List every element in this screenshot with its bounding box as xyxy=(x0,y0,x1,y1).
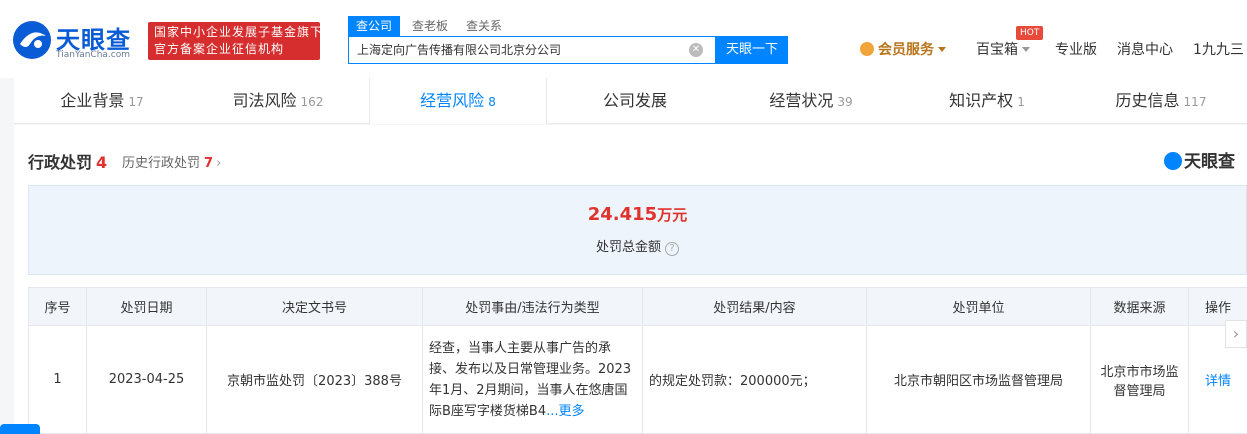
history-label: 历史行政处罚 xyxy=(122,156,201,171)
company-dimension-tabs: 企业背景 17 司法风险 162 经营风险 8 公司发展 经营状况 39 知识产权 1 历… xyxy=(14,78,1247,124)
tab-count: 8 xyxy=(488,95,496,109)
search-tab-relation[interactable]: 查关系 xyxy=(466,16,502,36)
tab-label: 经营风险 xyxy=(420,91,485,110)
reason-content: 经查，当事人主要从事广告的承接、发布以及日常管理业务。2023年1月、2月期间，… xyxy=(429,340,632,419)
total-amount-value: 24.415 xyxy=(587,204,658,225)
tab-label: 公司发展 xyxy=(602,91,667,110)
tab-judicial-risk[interactable]: 司法风险 162 xyxy=(190,78,366,124)
table-row: 1 2023-04-25 京朝市监处罚〔2023〕388号 经查，当事人主要从事… xyxy=(28,325,1247,434)
scroll-right-button[interactable]: › xyxy=(1225,320,1247,348)
search-input[interactable]: 上海定向广告传播有限公司北京分公司 xyxy=(357,37,561,63)
reason-text: 经查，当事人主要从事广告的承接、发布以及日常管理业务。2023年1月、2月期间，… xyxy=(429,338,636,422)
cell-result: 的规定处罚款：200000元； xyxy=(642,325,867,434)
logo-icon xyxy=(13,21,51,59)
tab-history-info[interactable]: 历史信息 117 xyxy=(1075,78,1247,124)
tab-label: 历史信息 xyxy=(1115,91,1180,110)
total-amount-unit: 万元 xyxy=(657,206,688,224)
top-header: 天眼查 TianYanCha.com 国家中小企业发展子基金旗下 官方备案企业征… xyxy=(0,0,1247,78)
floating-widget[interactable] xyxy=(0,424,40,434)
total-amount-label: 处罚总金额? xyxy=(29,236,1246,256)
site-logo[interactable]: 天眼查 TianYanCha.com xyxy=(12,18,140,62)
cell-source: 北京市市场监督管理局 xyxy=(1090,325,1189,434)
tab-label: 司法风险 xyxy=(232,91,297,110)
col-date: 处罚日期 xyxy=(86,287,207,326)
search-clear-icon[interactable]: ✕ xyxy=(689,43,703,57)
tab-count: 162 xyxy=(300,95,324,109)
tab-count: 1 xyxy=(1017,95,1025,109)
col-doc-no: 决定文书号 xyxy=(206,287,423,326)
section-count: 4 xyxy=(96,153,108,172)
search-box[interactable]: 上海定向广告传播有限公司北京分公司 ✕ xyxy=(348,36,716,64)
tab-label: 知识产权 xyxy=(949,91,1014,110)
tab-enterprise-background[interactable]: 企业背景 17 xyxy=(14,78,190,124)
cell-index: 1 xyxy=(28,325,87,434)
cell-date: 2023-04-25 xyxy=(86,325,207,434)
user-menu[interactable]: 1九九三 xyxy=(1193,38,1244,62)
history-count: 7 xyxy=(204,156,214,171)
tab-operating-risk[interactable]: 经营风险 8 xyxy=(369,78,547,124)
admin-penalty-section: 行政处罚 4 历史行政处罚 7 › 天眼查 24.415万元 处罚总金额? 序号 处罚… xyxy=(14,125,1247,434)
tab-label: 企业背景 xyxy=(60,91,125,110)
section-title: 行政处罚 4 xyxy=(28,149,107,173)
watermark-text: 天眼查 xyxy=(1184,152,1235,172)
total-amount: 24.415万元 xyxy=(29,204,1246,225)
col-reason: 处罚事由/违法行为类型 xyxy=(422,287,643,326)
search-tab-boss[interactable]: 查老板 xyxy=(412,16,448,36)
logo-icon xyxy=(1164,152,1182,170)
pro-version-link[interactable]: 专业版 xyxy=(1055,38,1097,62)
watermark-logo: 天眼查 xyxy=(1164,147,1235,172)
total-amount-label-text: 处罚总金额 xyxy=(595,240,661,255)
col-index: 序号 xyxy=(28,287,87,326)
logo-subtitle: TianYanCha.com xyxy=(56,50,131,60)
col-source: 数据来源 xyxy=(1090,287,1189,326)
chevron-right-icon: › xyxy=(216,156,222,171)
crown-icon xyxy=(860,42,874,56)
slogan-line-2: 官方备案企业征信机构 xyxy=(154,42,285,56)
search-button[interactable]: 天眼一下 xyxy=(716,36,788,64)
slogan-line-1: 国家中小企业发展子基金旗下 xyxy=(154,25,324,39)
treasure-box-menu[interactable]: 百宝箱 xyxy=(976,38,1030,62)
cell-doc-no: 京朝市监处罚〔2023〕388号 xyxy=(206,325,423,434)
more-link[interactable]: ...更多 xyxy=(546,404,584,419)
col-unit: 处罚单位 xyxy=(866,287,1091,326)
tab-intellectual-property[interactable]: 知识产权 1 xyxy=(899,78,1075,124)
caret-down-icon xyxy=(938,47,946,52)
tab-count: 117 xyxy=(1183,95,1207,109)
tab-company-development[interactable]: 公司发展 xyxy=(547,78,723,124)
penalty-summary: 24.415万元 处罚总金额? xyxy=(28,185,1247,275)
tab-label: 经营状况 xyxy=(769,91,834,110)
member-service-menu[interactable]: 会员服务 xyxy=(860,38,946,62)
history-penalty-link[interactable]: 历史行政处罚 7 › xyxy=(122,152,221,171)
table-header-row: 序号 处罚日期 决定文书号 处罚事由/违法行为类型 处罚结果/内容 处罚单位 数… xyxy=(28,287,1247,326)
detail-link[interactable]: 详情 xyxy=(1205,374,1231,389)
penalty-table: 序号 处罚日期 决定文书号 处罚事由/违法行为类型 处罚结果/内容 处罚单位 数… xyxy=(28,287,1247,434)
search-tab-company[interactable]: 查公司 xyxy=(348,16,401,36)
col-result: 处罚结果/内容 xyxy=(642,287,867,326)
help-icon[interactable]: ? xyxy=(665,242,679,256)
cell-reason: 经查，当事人主要从事广告的承接、发布以及日常管理业务。2023年1月、2月期间，… xyxy=(422,325,643,434)
message-center-link[interactable]: 消息中心 xyxy=(1117,38,1173,62)
slogan-badge: 国家中小企业发展子基金旗下 官方备案企业征信机构 xyxy=(148,22,324,60)
tab-count: 39 xyxy=(837,95,853,109)
tab-operating-status[interactable]: 经营状况 39 xyxy=(723,78,899,124)
caret-down-icon xyxy=(1022,47,1030,52)
cell-unit: 北京市朝阳区市场监督管理局 xyxy=(866,325,1091,434)
tab-count: 17 xyxy=(128,95,144,109)
member-service-label: 会员服务 xyxy=(878,42,934,58)
treasure-box-label: 百宝箱 xyxy=(976,42,1018,58)
section-title-text: 行政处罚 xyxy=(28,153,93,172)
hot-badge: HOT xyxy=(1016,26,1044,40)
